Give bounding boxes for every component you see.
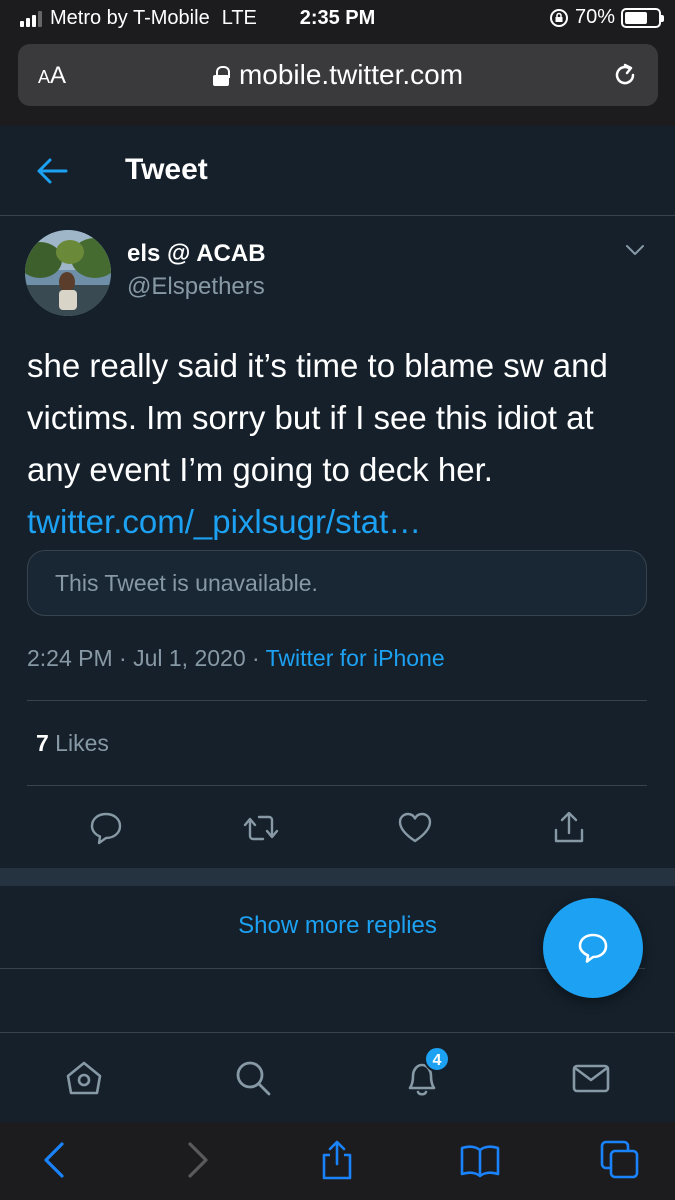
retweet-icon[interactable]: [241, 808, 281, 848]
url-display[interactable]: mobile.twitter.com: [18, 59, 658, 91]
author-name[interactable]: els @ ACAB: [127, 240, 266, 268]
divider: [27, 785, 647, 786]
chevron-down-icon[interactable]: [623, 240, 647, 260]
reload-icon[interactable]: [610, 60, 640, 90]
reply-icon[interactable]: [86, 808, 126, 848]
reply-icon: [578, 933, 608, 963]
browser-forward-icon: [188, 1142, 208, 1178]
compose-reply-button[interactable]: [543, 898, 643, 998]
share-icon[interactable]: [549, 808, 589, 848]
browser-back-icon[interactable]: [34, 1138, 78, 1182]
home-icon[interactable]: [62, 1056, 106, 1100]
battery-percent: 70%: [574, 6, 615, 28]
tweet-source[interactable]: Twitter for iPhone: [266, 645, 445, 671]
quoted-tweet-unavailable: This Tweet is unavailable.: [55, 570, 318, 596]
heart-icon[interactable]: [395, 808, 435, 848]
likes-count[interactable]: 7 Likes: [36, 730, 109, 757]
section-separator: [0, 868, 675, 886]
tweet-text: she really said it’s time to blame sw an…: [27, 340, 647, 548]
url-text: mobile.twitter.com: [238, 59, 464, 90]
browser-toolbar: AA mobile.twitter.com: [0, 38, 675, 126]
tweet-body: she really said it’s time to blame sw an…: [27, 347, 608, 488]
orientation-lock-icon: [549, 8, 568, 27]
back-arrow-icon[interactable]: [36, 156, 68, 186]
battery-fill: [625, 11, 648, 24]
lock-icon: [212, 66, 230, 86]
bottom-tab-bar: [0, 1032, 675, 1122]
tweet-timestamp[interactable]: 2:24 PM · Jul 1, 2020 ·: [27, 645, 266, 671]
browser-bottom-toolbar: [0, 1122, 675, 1200]
quoted-tweet: This Tweet is unavailable.: [27, 550, 647, 616]
tabs-icon[interactable]: [598, 1138, 642, 1182]
likes-number: 7: [36, 730, 49, 756]
battery-icon: [621, 7, 664, 28]
avatar[interactable]: [25, 230, 111, 316]
address-bar[interactable]: AA mobile.twitter.com: [18, 44, 658, 106]
search-icon[interactable]: [231, 1056, 275, 1100]
page-title: Tweet: [125, 153, 208, 186]
likes-label: Likes: [48, 730, 109, 756]
status-right: 70%: [549, 6, 664, 29]
status-bar: Metro by T-Mobile LTE 2:35 PM 70%: [0, 0, 675, 38]
tweet-meta: 2:24 PM · Jul 1, 2020 · Twitter for iPho…: [27, 645, 445, 672]
messages-mail-icon[interactable]: [569, 1056, 613, 1100]
author-handle[interactable]: @Elspethers: [127, 273, 265, 301]
page-header: Tweet: [0, 126, 675, 216]
notifications-badge: 4: [424, 1046, 450, 1072]
divider: [27, 700, 647, 701]
bookmarks-book-icon[interactable]: [458, 1138, 502, 1182]
tweet-link[interactable]: twitter.com/_pixlsugr/stat…: [27, 503, 421, 540]
browser-share-icon[interactable]: [315, 1138, 359, 1182]
